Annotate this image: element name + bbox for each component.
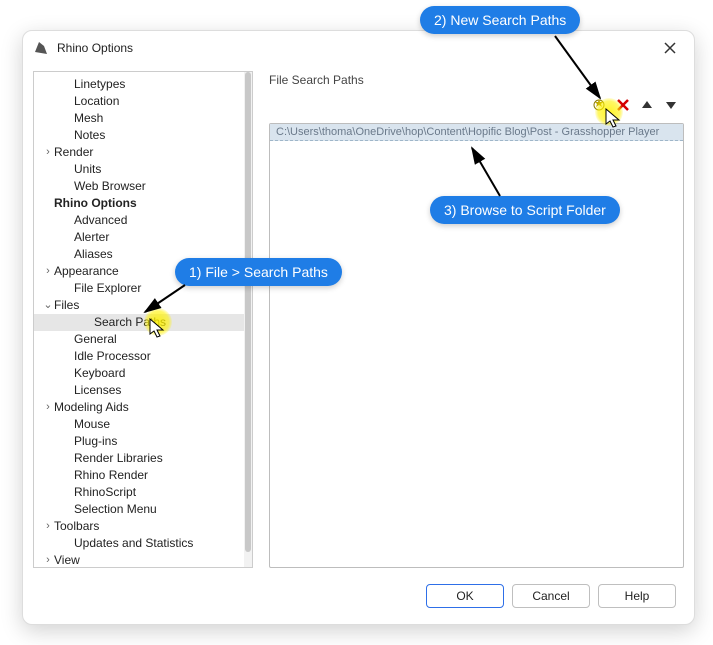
annotation-1: 1) File > Search Paths <box>175 258 342 286</box>
tree-item[interactable]: Mouse <box>34 416 244 433</box>
tree-item-label: Advanced <box>74 212 127 229</box>
tree-expander-icon[interactable]: › <box>42 518 54 535</box>
paths-toolbar <box>269 93 684 117</box>
tree-item-label: Render Libraries <box>74 450 163 467</box>
tree-item[interactable]: Keyboard <box>34 365 244 382</box>
tree-expander-icon[interactable]: › <box>42 263 54 280</box>
close-button[interactable] <box>656 36 684 60</box>
tree-item[interactable]: Rhino Render <box>34 467 244 484</box>
tree-item-label: RhinoScript <box>74 484 136 501</box>
tree-item-label: Idle Processor <box>74 348 151 365</box>
tree-expander-icon[interactable]: › <box>42 144 54 161</box>
tree-item[interactable]: Licenses <box>34 382 244 399</box>
ok-button[interactable]: OK <box>426 584 504 608</box>
tree-item[interactable]: Web Browser <box>34 178 244 195</box>
path-row[interactable]: C:\Users\thoma\OneDrive\hop\Content\Hopi… <box>270 124 683 141</box>
tree-item-label: Modeling Aids <box>54 399 129 416</box>
window-title: Rhino Options <box>57 41 133 55</box>
tree-item-label: Rhino Options <box>54 195 137 212</box>
tree-item-label: Rhino Render <box>74 467 148 484</box>
tree-item[interactable]: Location <box>34 93 244 110</box>
options-tree: LinetypesLocationMeshNotes›RenderUnitsWe… <box>33 71 253 568</box>
tree-item[interactable]: Plug-ins <box>34 433 244 450</box>
pane-header: File Search Paths <box>269 73 684 87</box>
tree-expander-icon[interactable]: › <box>42 399 54 416</box>
tree-item[interactable]: Notes <box>34 127 244 144</box>
delete-path-button[interactable] <box>614 96 632 114</box>
tree-item-label: Files <box>54 297 79 314</box>
tree-item[interactable]: Rhino Options <box>34 195 244 212</box>
tree-item-label: Plug-ins <box>74 433 117 450</box>
move-up-button[interactable] <box>638 96 656 114</box>
tree-expander-icon[interactable]: ⌄ <box>42 297 54 314</box>
options-dialog: Rhino Options LinetypesLocationMeshNotes… <box>22 30 695 625</box>
right-pane: File Search Paths <box>269 71 684 568</box>
tree-item[interactable]: Units <box>34 161 244 178</box>
tree-scrollbar[interactable] <box>244 72 252 567</box>
tree-item-label: Web Browser <box>74 178 146 195</box>
tree-item-label: Selection Menu <box>74 501 157 518</box>
tree-item[interactable]: ›Toolbars <box>34 518 244 535</box>
tree-item-label: File Explorer <box>74 280 141 297</box>
tree-item[interactable]: ›Modeling Aids <box>34 399 244 416</box>
tree-item[interactable]: ›Render <box>34 144 244 161</box>
tree-item-label: Notes <box>74 127 105 144</box>
tree-item[interactable]: Idle Processor <box>34 348 244 365</box>
tree-item-label: Keyboard <box>74 365 125 382</box>
cancel-button[interactable]: Cancel <box>512 584 590 608</box>
tree-item-label: Toolbars <box>54 518 99 535</box>
tree-item[interactable]: Selection Menu <box>34 501 244 518</box>
tree-item-label: Render <box>54 144 93 161</box>
tree-item[interactable]: Linetypes <box>34 76 244 93</box>
tree-item[interactable]: Mesh <box>34 110 244 127</box>
tree-item[interactable]: RhinoScript <box>34 484 244 501</box>
tree-item-label: Linetypes <box>74 76 125 93</box>
tree-item[interactable]: General <box>34 331 244 348</box>
tree-item-label: Search Paths <box>94 314 166 331</box>
tree-item-label: Alerter <box>74 229 109 246</box>
tree-item-label: General <box>74 331 117 348</box>
app-icon <box>33 40 49 56</box>
tree-item[interactable]: Advanced <box>34 212 244 229</box>
tree-item-label: Mesh <box>74 110 103 127</box>
tree-item-label: Aliases <box>74 246 113 263</box>
scrollbar-thumb[interactable] <box>245 72 251 552</box>
tree-item-label: Updates and Statistics <box>74 535 193 552</box>
tree-item-label: Licenses <box>74 382 121 399</box>
tree-item-label: Mouse <box>74 416 110 433</box>
help-button[interactable]: Help <box>598 584 676 608</box>
tree-item-label: Location <box>74 93 119 110</box>
tree-item-label: Units <box>74 161 101 178</box>
tree-item[interactable]: Search Paths <box>34 314 244 331</box>
tree-item[interactable]: Alerter <box>34 229 244 246</box>
dialog-buttons: OK Cancel Help <box>426 584 676 608</box>
annotation-3: 3) Browse to Script Folder <box>430 196 620 224</box>
tree-expander-icon[interactable]: › <box>42 552 54 567</box>
paths-list[interactable]: C:\Users\thoma\OneDrive\hop\Content\Hopi… <box>269 123 684 568</box>
annotation-2: 2) New Search Paths <box>420 6 580 34</box>
move-down-button[interactable] <box>662 96 680 114</box>
tree-item[interactable]: ›View <box>34 552 244 567</box>
tree-item[interactable]: Render Libraries <box>34 450 244 467</box>
tree-item-label: Appearance <box>54 263 119 280</box>
tree-item[interactable]: ⌄Files <box>34 297 244 314</box>
titlebar: Rhino Options <box>23 31 694 65</box>
tree-item-label: View <box>54 552 80 567</box>
add-path-button[interactable] <box>590 96 608 114</box>
tree-item[interactable]: Updates and Statistics <box>34 535 244 552</box>
